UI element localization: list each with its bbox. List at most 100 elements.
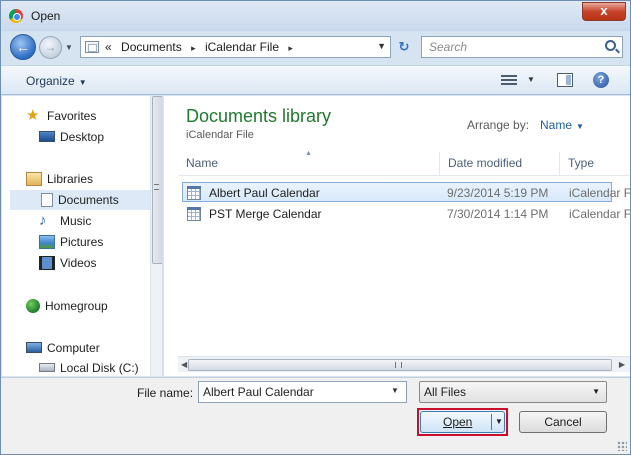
command-bar: Organize ▼ ▼ ?	[1, 65, 630, 95]
library-title: Documents library	[186, 106, 332, 126]
scroll-right-icon[interactable]: ▶	[619, 360, 625, 369]
navigation-pane: ★ Favorites Desktop Libraries Documents ♪…	[2, 96, 163, 376]
address-bar[interactable]: « Documents ▸ iCalendar File ▸ ▼	[80, 36, 391, 58]
file-type: iCalendar File	[569, 186, 630, 200]
file-type-filter-value: All Files	[424, 385, 467, 399]
calendar-file-icon	[187, 186, 201, 200]
help-icon[interactable]: ?	[593, 72, 609, 88]
split-divider	[491, 414, 492, 430]
sidebar-item-music[interactable]: ♪ Music	[39, 211, 91, 231]
file-name: PST Merge Calendar	[209, 207, 322, 221]
recent-locations-dropdown-icon[interactable]: ▼	[65, 43, 73, 52]
sidebar-item-label: Videos	[60, 256, 97, 270]
sidebar-item-documents[interactable]: Documents	[10, 190, 150, 210]
sidebar-item-label: Music	[60, 214, 92, 228]
address-dropdown-icon[interactable]: ▼	[377, 41, 386, 51]
scrollbar-thumb[interactable]	[188, 359, 612, 371]
refresh-button[interactable]: ↻	[393, 36, 415, 58]
column-header-row: ▲ Name Date modified Type	[178, 150, 630, 176]
open-options-dropdown-icon[interactable]: ▼	[495, 412, 503, 432]
navigation-bar: ← → ▼ « Documents ▸ iCalendar File ▸ ▼ ↻	[1, 31, 630, 63]
file-name-field[interactable]	[198, 381, 407, 403]
back-button[interactable]: ←	[10, 34, 36, 60]
horizontal-scrollbar[interactable]: ◀ ▶	[178, 356, 630, 372]
file-date-modified: 7/30/2014 1:14 PM	[447, 207, 549, 221]
desktop-icon	[39, 131, 55, 143]
computer-icon	[26, 342, 42, 354]
forward-button[interactable]: →	[39, 36, 62, 59]
breadcrumb: « Documents ▸ iCalendar File ▸	[105, 40, 299, 54]
sidebar-item-local-disk[interactable]: Local Disk (C:)	[39, 358, 139, 376]
sidebar-item-label: Homegroup	[45, 299, 108, 313]
file-type-filter[interactable]: All Files ▼	[419, 381, 607, 403]
sidebar-item-label: Documents	[58, 193, 119, 207]
sidebar-item-videos[interactable]: Videos	[39, 253, 96, 273]
file-list-pane: Documents library iCalendar File Arrange…	[164, 96, 630, 376]
chevron-down-icon: ▼	[78, 78, 87, 87]
scrollbar-grip-icon	[395, 362, 402, 368]
column-header-type[interactable]: Type	[560, 152, 630, 175]
breadcrumb-documents[interactable]: Documents	[121, 40, 182, 54]
arrange-by-dropdown[interactable]: Name ▼	[540, 118, 584, 132]
search-input[interactable]	[422, 37, 602, 57]
scroll-left-icon[interactable]: ◀	[181, 360, 187, 369]
close-button[interactable]: x	[582, 2, 626, 21]
file-row[interactable]: PST Merge Calendar 7/30/2014 1:14 PM iCa…	[183, 204, 630, 224]
sidebar-item-label: Pictures	[60, 235, 104, 249]
open-button[interactable]: Open ▼	[420, 411, 505, 433]
file-row[interactable]: Albert Paul Calendar 9/23/2014 5:19 PM i…	[182, 182, 630, 202]
chevron-down-icon: ▼	[576, 122, 584, 131]
sidebar-item-libraries[interactable]: Libraries	[26, 169, 93, 189]
library-icon	[26, 171, 42, 186]
preview-pane-icon[interactable]	[557, 73, 573, 87]
column-header-date-modified[interactable]: Date modified	[440, 152, 560, 175]
cancel-button[interactable]: Cancel	[519, 411, 607, 433]
music-icon: ♪	[39, 211, 47, 229]
sidebar-item-pictures[interactable]: Pictures	[39, 232, 103, 252]
breadcrumb-overflow-icon[interactable]: «	[105, 40, 112, 54]
change-view-icon[interactable]	[501, 73, 517, 87]
window-title: Open	[31, 9, 61, 23]
navigation-scrollbar[interactable]	[150, 96, 162, 376]
resize-grip-icon[interactable]	[617, 441, 627, 451]
open-button-label: Open	[443, 415, 473, 429]
organize-label: Organize	[26, 74, 75, 88]
breadcrumb-separator-icon[interactable]: ▸	[288, 43, 293, 53]
star-icon: ★	[26, 106, 40, 124]
calendar-file-icon	[187, 207, 201, 221]
breadcrumb-icalendar-file[interactable]: iCalendar File	[205, 40, 279, 54]
column-header-name[interactable]: Name	[178, 152, 440, 175]
dialog-footer: File name: ▼ All Files ▼ Open ▼ Cancel	[1, 377, 630, 454]
scrollbar-grip-icon	[154, 184, 159, 190]
disk-icon	[39, 363, 55, 373]
sidebar-item-label: Favorites	[47, 109, 97, 123]
breadcrumb-separator-icon[interactable]: ▸	[191, 43, 196, 53]
file-type: iCalendar File	[569, 207, 630, 221]
search-box[interactable]	[421, 36, 623, 58]
sidebar-item-label: Computer	[47, 341, 100, 355]
documents-icon	[41, 192, 53, 207]
library-subtitle: iCalendar File	[186, 129, 254, 141]
search-icon[interactable]	[605, 40, 616, 51]
arrange-by-label: Arrange by:	[467, 118, 530, 132]
scrollbar-thumb[interactable]	[152, 96, 162, 264]
chrome-app-icon	[9, 9, 23, 23]
file-name-dropdown-icon[interactable]: ▼	[391, 386, 399, 395]
views-dropdown-icon[interactable]: ▼	[527, 75, 535, 84]
sidebar-item-label: Local Disk (C:)	[60, 361, 139, 375]
sidebar-item-desktop[interactable]: Desktop	[39, 127, 104, 147]
open-dialog: Open x ← → ▼ « Documents ▸ iCalendar Fil…	[0, 0, 631, 455]
file-name: Albert Paul Calendar	[209, 186, 320, 200]
organize-button[interactable]: Organize ▼	[26, 74, 87, 88]
file-date-modified: 9/23/2014 5:19 PM	[447, 186, 549, 200]
sidebar-item-computer[interactable]: Computer	[26, 338, 100, 358]
chevron-down-icon: ▼	[592, 387, 600, 396]
sidebar-item-label: Desktop	[60, 130, 105, 144]
sidebar-item-favorites[interactable]: ★ Favorites	[26, 106, 96, 126]
sidebar-item-label: Libraries	[47, 172, 94, 186]
sidebar-item-homegroup[interactable]: Homegroup	[26, 296, 108, 316]
title-bar[interactable]: Open x	[1, 1, 630, 31]
folder-icon	[85, 41, 99, 53]
arrange-by-value: Name	[540, 118, 573, 132]
file-name-label: File name:	[137, 386, 194, 400]
